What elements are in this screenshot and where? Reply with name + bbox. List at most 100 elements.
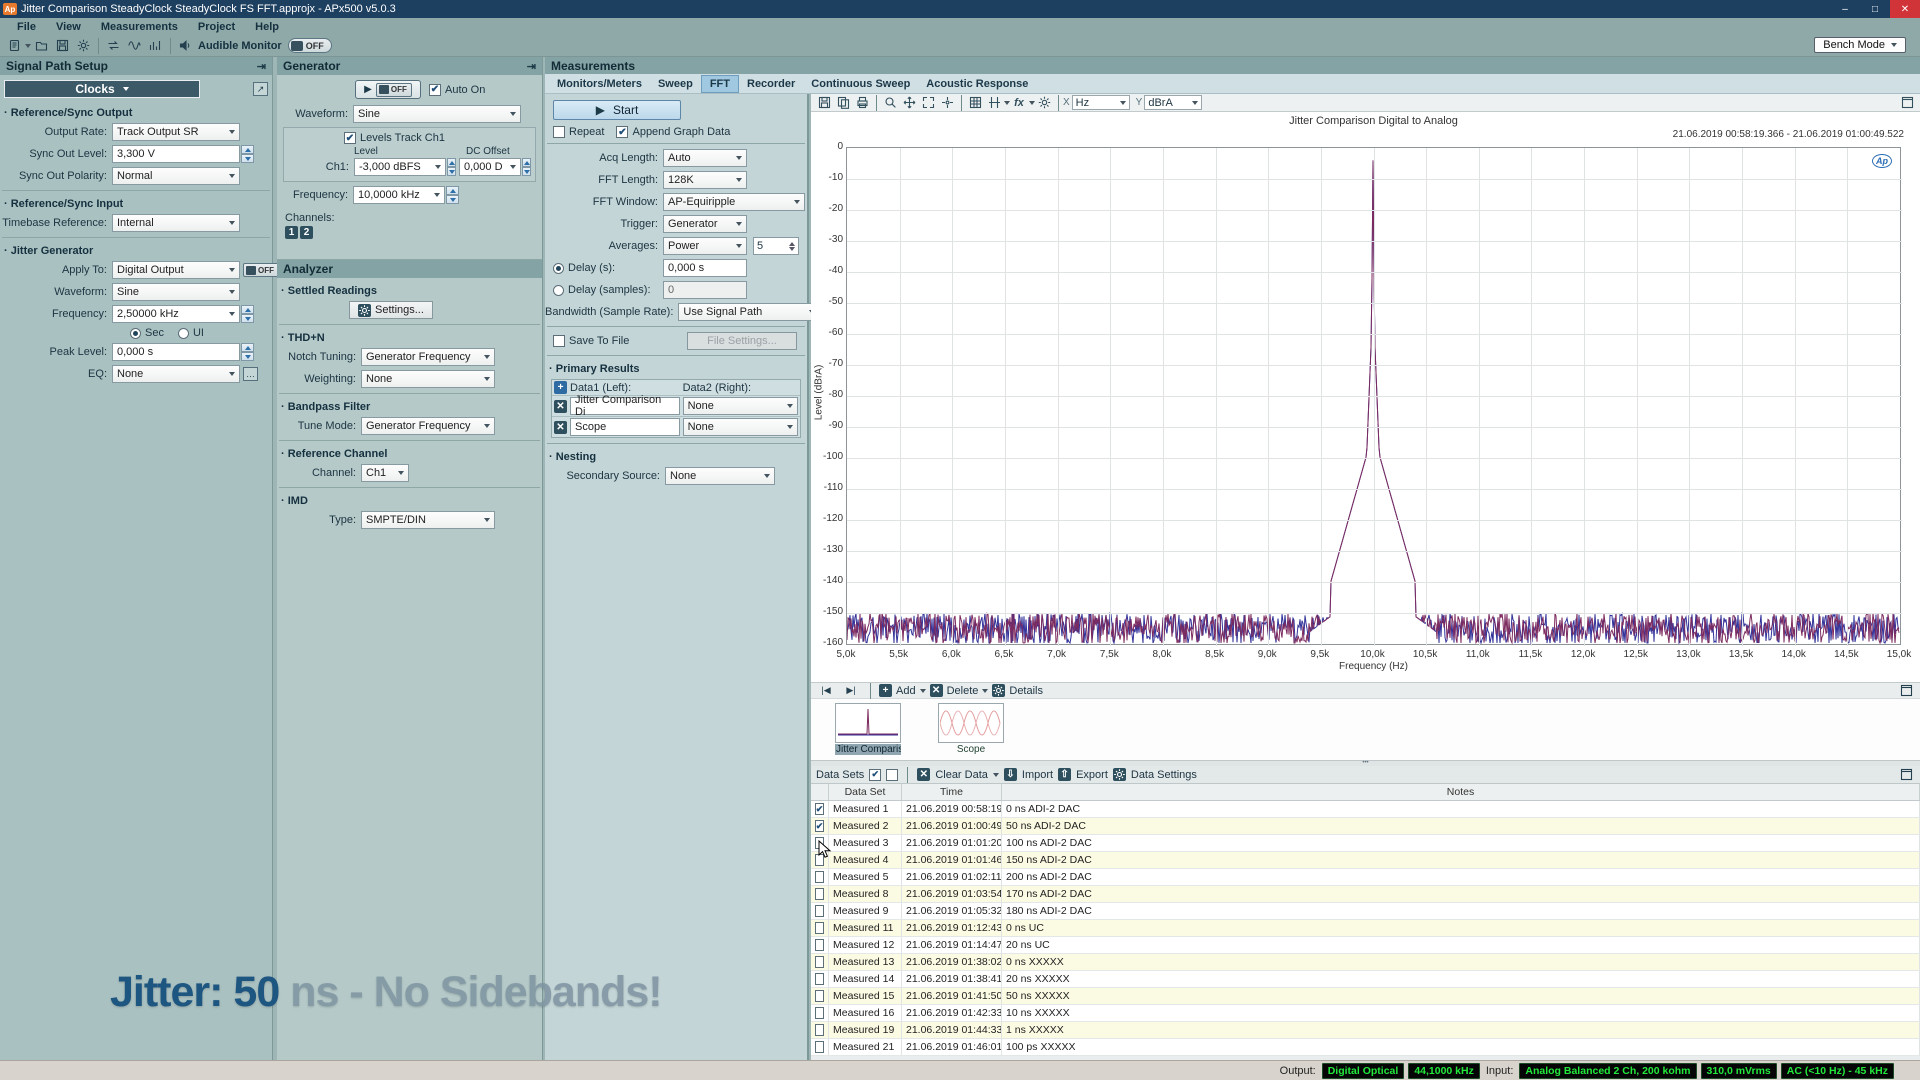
table-row[interactable]: Measured 1621.06.2019 01:42:3310 ns XXXX… <box>811 1005 1920 1022</box>
graph-save-icon[interactable] <box>815 95 833 111</box>
remove-result-icon[interactable]: ✕ <box>554 421 567 434</box>
table-row[interactable]: ✔Measured 221.06.2019 01:00:4950 ns ADI-… <box>811 818 1920 835</box>
menu-project[interactable]: Project <box>189 20 244 34</box>
data-settings-label[interactable]: Data Settings <box>1131 769 1197 781</box>
result-2-dropdown[interactable]: None <box>683 418 798 436</box>
averages-count-input[interactable]: 5 <box>753 237 799 255</box>
details-icon[interactable] <box>992 684 1005 697</box>
result-2-field[interactable]: Scope <box>570 418 680 436</box>
column-header-notes[interactable]: Notes <box>1002 784 1920 800</box>
table-row[interactable]: Measured 1221.06.2019 01:14:4720 ns UC <box>811 937 1920 954</box>
peak-level-input[interactable]: 0,000 s <box>112 343 240 361</box>
remove-result-icon[interactable]: ✕ <box>554 400 567 413</box>
table-row[interactable]: Measured 1521.06.2019 01:41:5050 ns XXXX… <box>811 988 1920 1005</box>
ch1-dc-spinner[interactable] <box>522 158 531 176</box>
jitter-frequency-combo[interactable]: 2,50000 kHz <box>112 305 240 323</box>
delete-graph-icon[interactable]: ✕ <box>930 684 943 697</box>
jitter-frequency-spinner[interactable] <box>241 305 254 323</box>
notch-tuning-dropdown[interactable]: Generator Frequency <box>361 348 495 366</box>
row-checkbox[interactable] <box>815 956 824 968</box>
clear-data-dropdown-icon[interactable] <box>993 773 999 777</box>
output-rate-dropdown[interactable]: Track Output SR <box>112 123 240 141</box>
tab-recorder[interactable]: Recorder <box>739 76 803 92</box>
table-row[interactable]: Measured 1421.06.2019 01:38:4120 ns XXXX… <box>811 971 1920 988</box>
row-checkbox[interactable] <box>815 888 824 900</box>
tab-monitors-meters[interactable]: Monitors/Meters <box>549 76 650 92</box>
fft-window-dropdown[interactable]: AP-Equiripple <box>663 193 805 211</box>
trigger-dropdown[interactable]: Generator <box>663 215 747 233</box>
fft-plot[interactable]: Jitter Comparison Digital to Analog 21.0… <box>811 112 1920 682</box>
data-sets-pin-icon[interactable] <box>1896 766 1916 784</box>
save-project-icon[interactable] <box>52 37 72 55</box>
repeat-checkbox[interactable] <box>553 126 565 138</box>
row-checkbox[interactable] <box>815 939 824 951</box>
sec-radio[interactable] <box>130 328 141 339</box>
sync-out-level-spinner[interactable] <box>241 145 254 163</box>
tune-mode-dropdown[interactable]: Generator Frequency <box>361 417 495 435</box>
result-1-field[interactable]: Jitter Comparison Di <box>570 397 680 415</box>
delay-s-radio[interactable] <box>553 263 564 274</box>
graph-maximize-icon[interactable] <box>1898 95 1916 111</box>
graph-cursor-icon[interactable] <box>985 95 1003 111</box>
row-checkbox[interactable] <box>815 871 824 883</box>
navigator-pin-icon[interactable] <box>1896 682 1916 700</box>
add-graph-icon[interactable]: + <box>879 684 892 697</box>
file-settings-button[interactable]: File Settings... <box>687 332 797 350</box>
graph-fx-icon[interactable]: fx <box>1010 95 1028 111</box>
bandwidth-dropdown[interactable]: Use Signal Path <box>678 303 820 321</box>
table-row[interactable]: Measured 521.06.2019 01:02:11200 ns ADI-… <box>811 869 1920 886</box>
table-row[interactable]: Measured 421.06.2019 01:01:46150 ns ADI-… <box>811 852 1920 869</box>
table-row[interactable]: Measured 2121.06.2019 01:46:01100 ps XXX… <box>811 1039 1920 1056</box>
add-result-icon[interactable]: + <box>554 381 567 394</box>
close-button[interactable]: ✕ <box>1890 0 1920 18</box>
y-unit-dropdown[interactable]: dBrA <box>1144 95 1202 110</box>
append-checkbox[interactable]: ✔ <box>616 126 628 138</box>
export-icon[interactable]: ⇧ <box>1058 768 1071 781</box>
channel-2-button[interactable]: 2 <box>300 226 313 239</box>
signal-monitor-icon[interactable] <box>124 37 144 55</box>
gen-frequency-spinner[interactable] <box>446 186 459 204</box>
row-checkbox[interactable] <box>815 1024 824 1036</box>
row-checkbox[interactable] <box>815 973 824 985</box>
peak-level-spinner[interactable] <box>241 343 254 361</box>
levels-track-checkbox[interactable]: ✔ <box>344 132 356 144</box>
first-result-icon[interactable]: |◀ <box>816 682 836 700</box>
table-row[interactable]: Measured 321.06.2019 01:01:20100 ns ADI-… <box>811 835 1920 852</box>
column-header-time[interactable]: Time <box>902 784 1002 800</box>
delay-samples-input[interactable]: 0 <box>663 281 747 299</box>
jitter-waveform-dropdown[interactable]: Sine <box>112 283 240 301</box>
import-icon[interactable]: ⇩ <box>1004 768 1017 781</box>
new-project-icon[interactable] <box>4 37 24 55</box>
row-checkbox[interactable] <box>815 990 824 1002</box>
audible-monitor-toggle[interactable]: OFF <box>288 38 332 53</box>
delay-s-input[interactable]: 0,000 s <box>663 259 747 277</box>
secondary-source-dropdown[interactable]: None <box>665 467 775 485</box>
graph-center-icon[interactable] <box>938 95 956 111</box>
ch1-dc-combo[interactable]: 0,000 D <box>459 158 521 176</box>
import-label[interactable]: Import <box>1022 769 1053 781</box>
x-unit-dropdown[interactable]: Hz <box>1072 95 1130 110</box>
last-result-icon[interactable]: ▶| <box>841 682 861 700</box>
imd-type-dropdown[interactable]: SMPTE/DIN <box>361 511 495 529</box>
ch1-level-combo[interactable]: -3,000 dBFS <box>354 158 446 176</box>
open-project-icon[interactable] <box>31 37 51 55</box>
tab-acoustic-response[interactable]: Acoustic Response <box>918 76 1036 92</box>
result-1-dropdown[interactable]: None <box>683 397 798 415</box>
delete-graph-label[interactable]: Delete <box>947 685 979 697</box>
minimize-button[interactable]: – <box>1830 0 1860 18</box>
row-checkbox[interactable] <box>815 922 824 934</box>
clocks-selector[interactable]: Clocks <box>4 80 200 98</box>
export-label[interactable]: Export <box>1076 769 1108 781</box>
graph-pan-icon[interactable] <box>900 95 918 111</box>
result-thumbnail-scope[interactable]: Scope <box>938 703 1004 755</box>
menu-measurements[interactable]: Measurements <box>92 20 187 34</box>
table-row[interactable]: Measured 1121.06.2019 01:12:430 ns UC <box>811 920 1920 937</box>
graph-copy-icon[interactable] <box>834 95 852 111</box>
regulation-icon[interactable] <box>145 37 165 55</box>
gen-waveform-dropdown[interactable]: Sine <box>353 105 521 123</box>
clear-data-label[interactable]: Clear Data <box>935 769 988 781</box>
graph-settings-icon[interactable] <box>1035 95 1053 111</box>
menu-help[interactable]: Help <box>246 20 288 34</box>
menu-file[interactable]: File <box>8 20 45 34</box>
weighting-dropdown[interactable]: None <box>361 370 495 388</box>
